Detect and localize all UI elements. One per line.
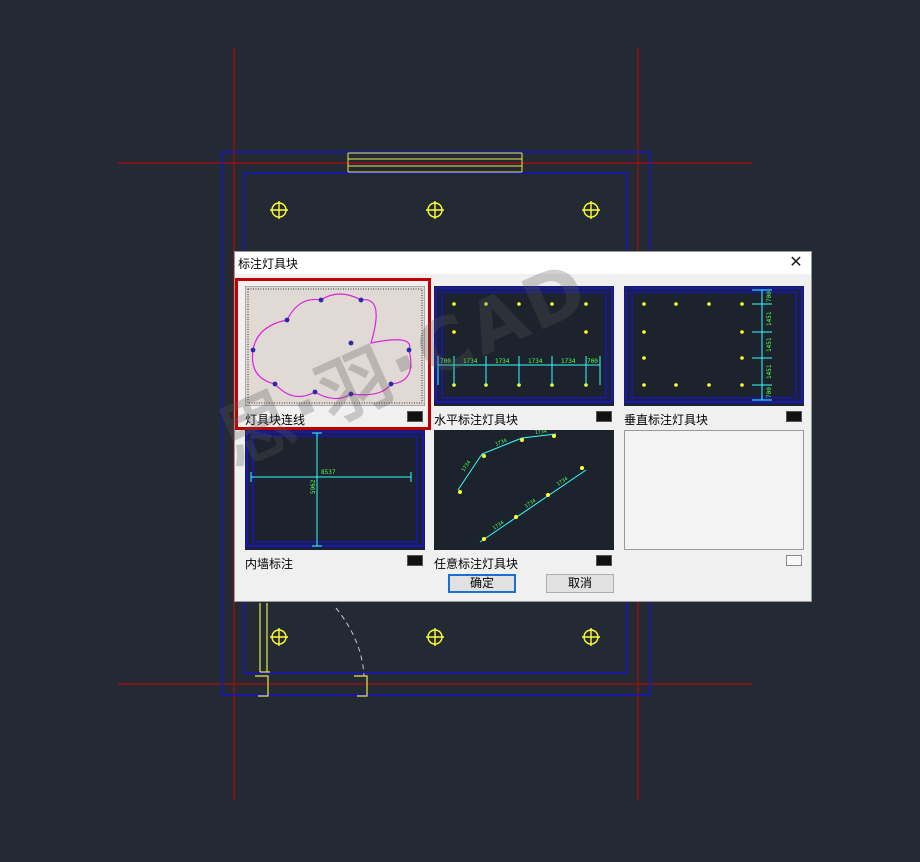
lamp-dot bbox=[358, 297, 364, 303]
block-preview-icon[interactable] bbox=[407, 555, 423, 566]
tile-vertical-dimension[interactable]: 700 1451 1451 1451 700 垂直标注灯具块 bbox=[624, 286, 804, 427]
tile-label: 任意标注灯具块 bbox=[434, 557, 519, 571]
tile-label: 内墙标注 bbox=[245, 557, 294, 571]
dim-label: 1451 bbox=[766, 364, 773, 379]
lamp-symbol bbox=[270, 628, 288, 646]
dim-label: 1451 bbox=[766, 311, 773, 326]
block-preview-icon[interactable] bbox=[407, 411, 423, 422]
ok-button[interactable]: 确定 bbox=[448, 574, 516, 593]
cancel-button[interactable]: 取消 bbox=[546, 574, 614, 593]
lamp-dot bbox=[318, 297, 324, 303]
dialog-title: 标注灯具块 bbox=[238, 257, 299, 271]
tile-arbitrary-dimension[interactable]: 1734 1734 1734 1734 1734 1734 任意标注灯具块 bbox=[434, 430, 614, 571]
door-symbol bbox=[255, 603, 368, 697]
dim-label: 8537 bbox=[321, 469, 336, 476]
dim-label: 1734 bbox=[528, 358, 543, 365]
lamp-dot bbox=[250, 347, 256, 353]
block-preview-icon[interactable] bbox=[786, 411, 802, 422]
thumbnail-empty bbox=[624, 430, 804, 550]
dim-label: 5962 bbox=[310, 479, 317, 494]
thumbnail-vertical-dimension: 700 1451 1451 1451 700 bbox=[624, 286, 804, 406]
lamp-symbol bbox=[426, 201, 444, 219]
block-preview-icon[interactable] bbox=[596, 555, 612, 566]
tile-label: 水平标注灯具块 bbox=[434, 413, 519, 427]
dim-label: 700 bbox=[587, 358, 598, 365]
thumbnail-arbitrary-dimension: 1734 1734 1734 1734 1734 1734 bbox=[434, 430, 614, 550]
lamp-symbol bbox=[270, 201, 288, 219]
block-preview-icon[interactable] bbox=[596, 411, 612, 422]
tile-empty[interactable] bbox=[624, 430, 804, 570]
lamp-symbol bbox=[582, 628, 600, 646]
dim-label: 1451 bbox=[766, 337, 773, 352]
lamp-symbol bbox=[426, 628, 444, 646]
dim-label: 700 bbox=[766, 387, 773, 398]
dim-label: 1734 bbox=[561, 358, 576, 365]
block-preview-icon[interactable] bbox=[786, 555, 802, 566]
dim-label: 700 bbox=[766, 291, 773, 302]
tile-label: 垂直标注灯具块 bbox=[624, 413, 709, 427]
door-swing-arc bbox=[335, 607, 365, 677]
lamp-symbol bbox=[582, 201, 600, 219]
close-icon[interactable]: ✕ bbox=[787, 253, 805, 271]
lamp-dot bbox=[284, 317, 290, 323]
